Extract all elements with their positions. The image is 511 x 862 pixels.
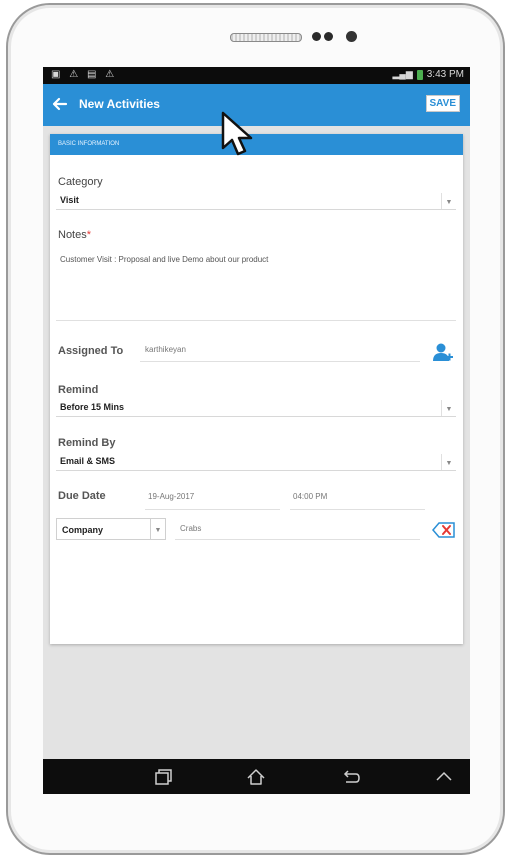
related-input[interactable]: Crabs [180, 524, 201, 533]
person-icon[interactable] [432, 341, 454, 363]
input-underline [290, 509, 425, 510]
save-button[interactable]: SAVE [425, 95, 460, 112]
remind-select[interactable]: Before 15 Mins ▼ [56, 397, 456, 417]
status-bar: ▣ ⚠ ▤ ⚠ ▂▄▆ 3:43 PM [43, 67, 470, 84]
input-underline [140, 361, 420, 362]
back-arrow-icon[interactable] [52, 96, 68, 112]
remind-by-value: Email & SMS [60, 456, 116, 466]
remind-value: Before 15 Mins [60, 402, 125, 412]
due-date-label: Due Date [58, 490, 106, 502]
chevron-down-icon: ▼ [150, 519, 165, 539]
form-card: BASIC INFORMATION Category Visit ▼ Notes… [50, 134, 463, 644]
due-time-input[interactable]: 04:00 PM [293, 492, 327, 501]
remind-by-label: Remind By [58, 437, 116, 449]
chevron-down-icon: ▼ [441, 193, 456, 209]
sensor-dot [324, 32, 333, 41]
category-value: Visit [60, 195, 79, 205]
chevron-down-icon: ▼ [441, 400, 456, 416]
chevron-down-icon: ▼ [441, 454, 456, 470]
system-nav-bar [43, 759, 470, 794]
related-type-value: Company [62, 525, 104, 535]
category-select[interactable]: Visit ▼ [56, 190, 456, 210]
home-icon[interactable] [246, 768, 266, 786]
notes-textarea[interactable]: Customer Visit : Proposal and live Demo … [60, 255, 268, 264]
page-title: New Activities [79, 97, 160, 111]
remind-label: Remind [58, 384, 99, 396]
back-icon[interactable] [341, 768, 361, 786]
speaker-grille [230, 33, 302, 42]
assigned-to-input[interactable]: karthikeyan [145, 345, 186, 354]
chevron-up-icon[interactable] [434, 768, 454, 786]
divider [56, 320, 456, 321]
screen: ▣ ⚠ ▤ ⚠ ▂▄▆ 3:43 PM New Activities SAVE … [43, 67, 470, 794]
notification-icons: ▣ ⚠ ▤ ⚠ [51, 69, 118, 80]
clear-icon[interactable] [432, 522, 456, 538]
due-date-input[interactable]: 19-Aug-2017 [148, 492, 194, 501]
input-underline [175, 539, 420, 540]
assigned-to-label: Assigned To [58, 345, 124, 357]
category-label: Category [58, 176, 103, 188]
notes-label: Notes* [58, 229, 92, 241]
input-underline [145, 509, 280, 510]
remind-by-select[interactable]: Email & SMS ▼ [56, 451, 456, 471]
recent-apps-icon[interactable] [153, 768, 173, 786]
signal-icon: ▂▄▆ [392, 69, 413, 79]
clock: 3:43 PM [426, 69, 464, 80]
front-camera [346, 31, 357, 42]
sensor-dot [312, 32, 321, 41]
required-mark: * [86, 229, 92, 241]
related-type-select[interactable]: Company ▼ [56, 518, 166, 540]
mouse-cursor-icon [221, 111, 253, 156]
battery-icon [416, 69, 423, 80]
